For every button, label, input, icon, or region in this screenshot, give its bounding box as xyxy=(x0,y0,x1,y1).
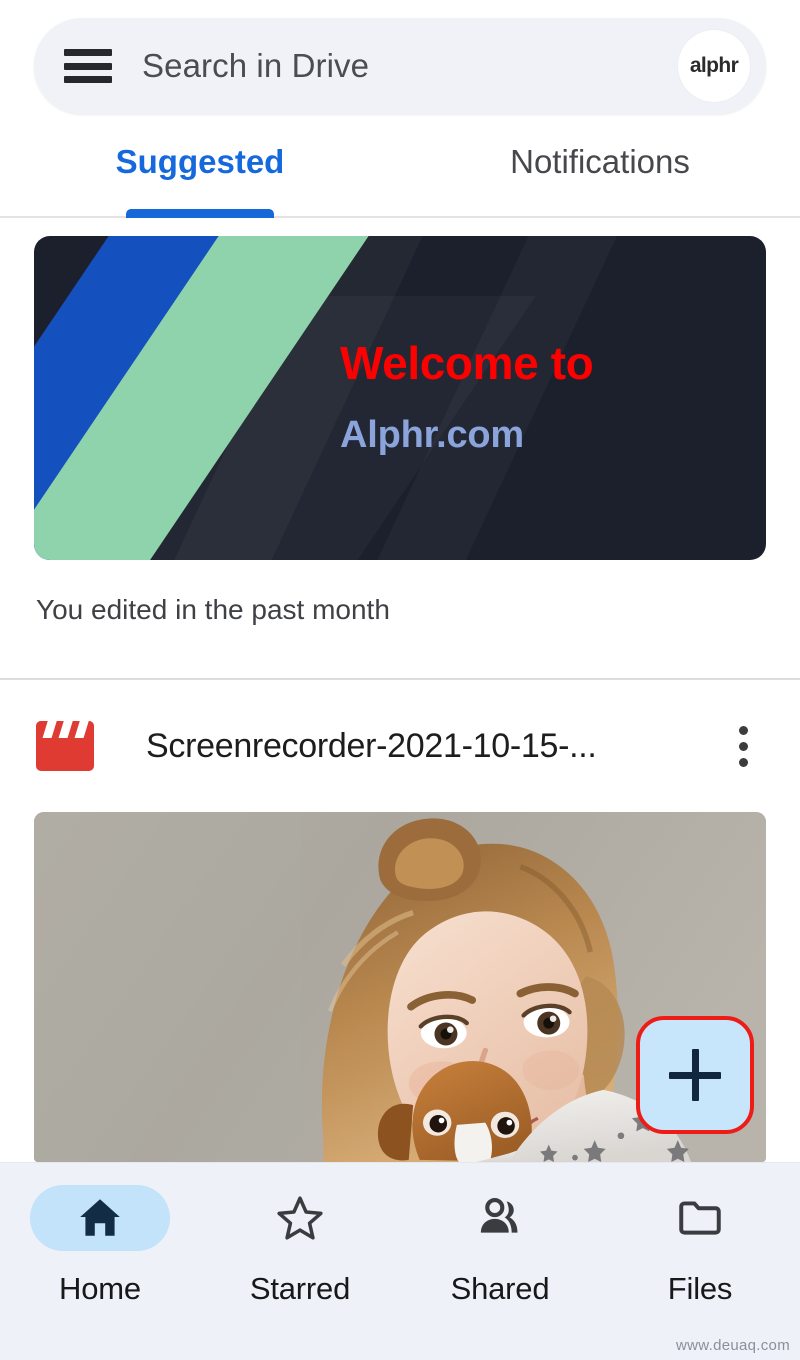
video-clapperboard-icon xyxy=(36,721,94,771)
nav-home-pill xyxy=(30,1185,170,1251)
banner-text-block: Welcome to Alphr.com xyxy=(304,236,766,560)
welcome-banner-card[interactable]: Welcome to Alphr.com xyxy=(34,236,766,560)
add-new-button[interactable] xyxy=(636,1016,754,1134)
tab-notifications[interactable]: Notifications xyxy=(400,114,800,216)
avatar[interactable]: alphr xyxy=(678,30,750,102)
nav-starred-pill xyxy=(230,1185,370,1251)
people-icon xyxy=(480,1198,518,1233)
nav-item-shared[interactable]: Shared xyxy=(400,1185,600,1307)
nav-item-files[interactable]: Files xyxy=(600,1185,800,1307)
nav-files-pill xyxy=(630,1185,770,1251)
tab-suggested-label: Suggested xyxy=(115,143,285,180)
nav-files-label: Files xyxy=(667,1271,733,1306)
nav-starred-label: Starred xyxy=(249,1271,351,1306)
drive-app-screen: Search in Drive alphr Suggested Notifica… xyxy=(0,0,800,1360)
watermark: www.deuaq.com xyxy=(676,1337,790,1354)
edited-note: You edited in the past month xyxy=(36,594,390,625)
banner-subtitle: Alphr.com xyxy=(340,413,525,456)
hamburger-menu-icon[interactable] xyxy=(64,49,112,83)
nav-item-home[interactable]: Home xyxy=(0,1185,200,1307)
nav-item-starred[interactable]: Starred xyxy=(200,1185,400,1307)
file-thumbnail[interactable] xyxy=(34,812,766,1162)
banner-title: Welcome to xyxy=(340,337,594,390)
suggested-section: Welcome to Alphr.com You edited in the p… xyxy=(0,218,800,680)
home-icon xyxy=(80,1199,120,1236)
avatar-label: alphr xyxy=(689,54,739,77)
file-header-row[interactable]: Screenrecorder-2021-10-15-... xyxy=(0,680,800,812)
nav-shared-label: Shared xyxy=(450,1271,550,1306)
tab-bar: Suggested Notifications xyxy=(0,114,800,218)
nav-shared-pill xyxy=(430,1185,570,1251)
more-vertical-icon[interactable] xyxy=(716,719,770,773)
search-bar[interactable]: Search in Drive alphr xyxy=(34,18,766,114)
search-input[interactable]: Search in Drive xyxy=(142,47,678,85)
tab-notifications-label: Notifications xyxy=(510,143,690,180)
tab-suggested[interactable]: Suggested xyxy=(0,114,400,216)
nav-home-label: Home xyxy=(59,1271,141,1306)
file-card: Screenrecorder-2021-10-15-... xyxy=(0,680,800,1162)
search-bar-container: Search in Drive alphr xyxy=(0,0,800,114)
folder-icon xyxy=(679,1201,721,1235)
star-icon xyxy=(277,1196,323,1240)
bottom-navigation-bar: Home Starred Shared Files www.deuaq.com xyxy=(0,1162,800,1360)
file-name: Screenrecorder-2021-10-15-... xyxy=(146,726,597,765)
